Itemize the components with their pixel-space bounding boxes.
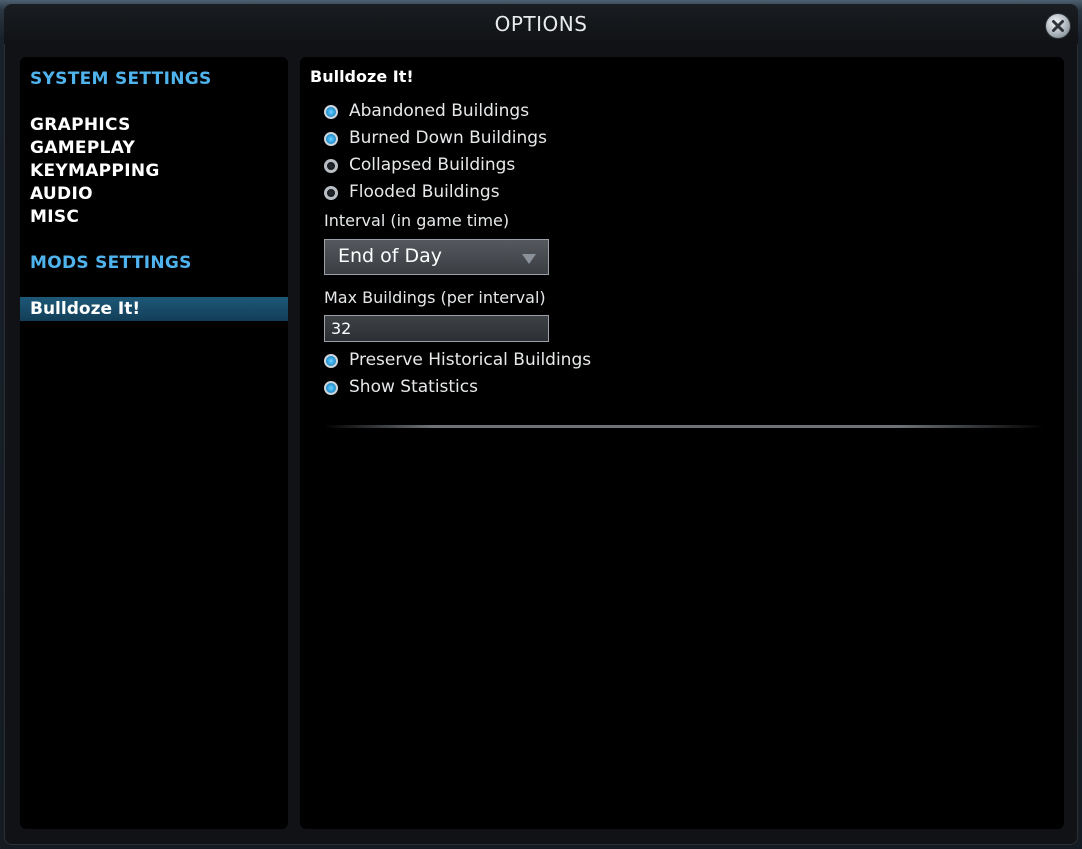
radio-checked-icon[interactable] xyxy=(324,381,338,395)
interval-label: Interval (in game time) xyxy=(324,211,510,230)
option-label: Preserve Historical Buildings xyxy=(349,350,592,370)
sidebar-item-label: Bulldoze It! xyxy=(30,299,141,319)
mods-settings-heading: MODS SETTINGS xyxy=(30,253,192,273)
option-label: Show Statistics xyxy=(349,377,478,397)
option-label: Burned Down Buildings xyxy=(349,128,547,148)
close-icon xyxy=(1052,20,1064,32)
max-buildings-input[interactable] xyxy=(324,315,549,342)
title-bar: OPTIONS xyxy=(4,4,1078,44)
settings-sidebar: SYSTEM SETTINGS GRAPHICS GAMEPLAY KEYMAP… xyxy=(20,57,288,829)
mod-settings-panel: Bulldoze It! Abandoned Buildings Burned … xyxy=(300,57,1064,829)
window-title: OPTIONS xyxy=(494,12,588,36)
interval-selected-value: End of Day xyxy=(338,245,443,267)
sidebar-item-misc[interactable]: MISC xyxy=(30,207,79,227)
sidebar-item-audio[interactable]: AUDIO xyxy=(30,184,93,204)
mod-title: Bulldoze It! xyxy=(310,67,414,86)
options-window: OPTIONS SYSTEM SETTINGS GRAPHICS GAMEPLA… xyxy=(4,4,1078,845)
sidebar-item-bulldoze-it[interactable]: Bulldoze It! xyxy=(20,297,288,321)
sidebar-item-graphics[interactable]: GRAPHICS xyxy=(30,115,131,135)
radio-checked-icon[interactable] xyxy=(324,105,338,119)
system-settings-heading: SYSTEM SETTINGS xyxy=(30,69,212,89)
interval-dropdown[interactable]: End of Day xyxy=(324,239,549,275)
radio-checked-icon[interactable] xyxy=(324,132,338,146)
close-button[interactable] xyxy=(1046,14,1070,38)
divider xyxy=(324,425,1044,428)
option-label: Flooded Buildings xyxy=(349,182,500,202)
radio-checked-icon[interactable] xyxy=(324,354,338,368)
radio-unchecked-icon[interactable] xyxy=(324,159,338,173)
radio-unchecked-icon[interactable] xyxy=(324,186,338,200)
sidebar-item-keymapping[interactable]: KEYMAPPING xyxy=(30,161,160,181)
sidebar-item-gameplay[interactable]: GAMEPLAY xyxy=(30,138,135,158)
chevron-down-icon xyxy=(522,254,536,264)
option-label: Abandoned Buildings xyxy=(349,101,530,121)
max-buildings-label: Max Buildings (per interval) xyxy=(324,288,546,307)
option-label: Collapsed Buildings xyxy=(349,155,516,175)
